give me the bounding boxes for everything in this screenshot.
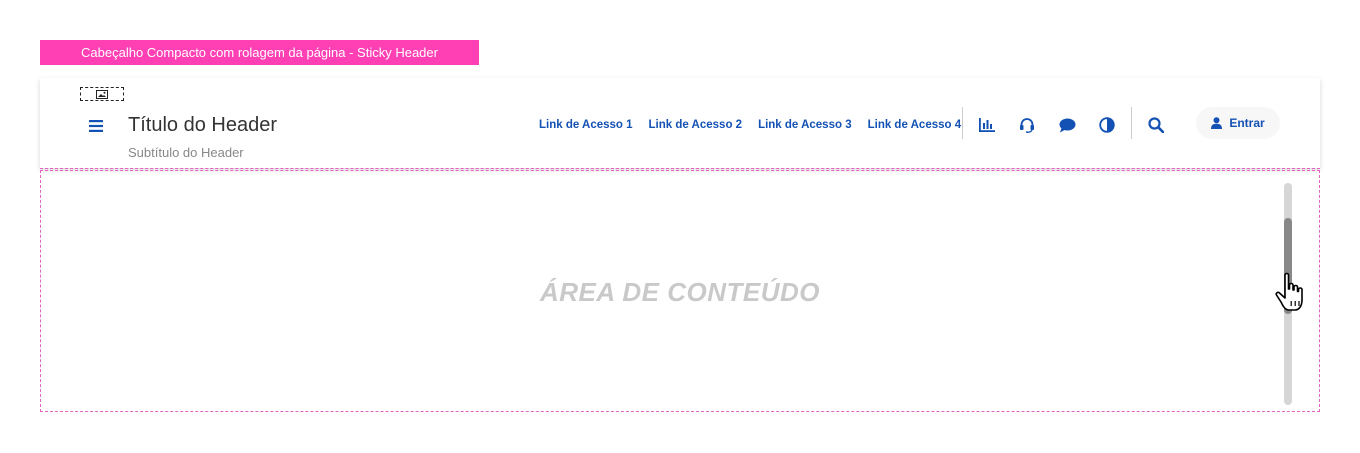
annotation-label: Cabeçalho Compacto com rolagem da página… [40, 40, 479, 65]
chat-icon [1059, 118, 1075, 132]
content-area-label: ÁREA DE CONTEÚDO [539, 277, 821, 307]
user-icon [1211, 117, 1223, 129]
access-link-3[interactable]: Link de Acesso 3 [758, 117, 852, 133]
header-subtitle: Subtítulo do Header [128, 145, 244, 160]
search-icon [1148, 117, 1164, 133]
divider [962, 107, 963, 139]
menu-icon [89, 120, 103, 132]
access-link-1[interactable]: Link de Acesso 1 [539, 117, 633, 133]
login-button[interactable]: Entrar [1196, 107, 1280, 139]
contrast-button[interactable] [1096, 114, 1118, 136]
hand-cursor-icon [1275, 272, 1303, 311]
image-icon [96, 89, 108, 99]
logo-placeholder [80, 87, 124, 101]
headset-icon [1020, 118, 1034, 133]
access-link-2[interactable]: Link de Acesso 2 [649, 117, 743, 133]
chat-button[interactable] [1056, 114, 1078, 136]
chart-button[interactable] [976, 114, 998, 136]
access-links: Link de Acesso 1 Link de Acesso 2 Link d… [539, 117, 961, 133]
content-area: ÁREA DE CONTEÚDO [40, 170, 1320, 412]
menu-button[interactable] [87, 117, 105, 135]
search-button[interactable] [1145, 114, 1167, 136]
login-label: Entrar [1229, 116, 1265, 130]
contrast-icon [1099, 117, 1115, 133]
sticky-header: Título do Header Subtítulo do Header Lin… [40, 78, 1320, 168]
divider [1131, 107, 1132, 139]
header-outline [40, 168, 1320, 169]
access-link-4[interactable]: Link de Acesso 4 [868, 117, 962, 133]
header-title: Título do Header [128, 114, 277, 136]
support-button[interactable] [1016, 114, 1038, 136]
chart-icon [979, 118, 995, 132]
